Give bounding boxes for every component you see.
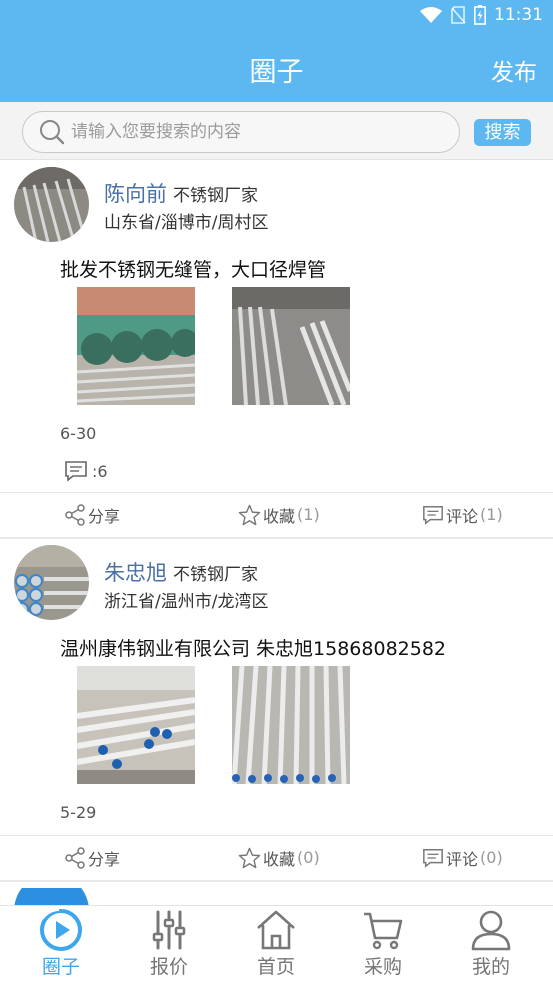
tab-purchase[interactable]: 采购 — [328, 908, 438, 982]
author-name-row: 朱忠旭 不锈钢厂家 — [104, 557, 258, 587]
favorite-button[interactable]: 收藏 (1) — [238, 503, 320, 527]
comment-count-value: (1) — [480, 505, 503, 524]
post-card: 陈向前 不锈钢厂家 山东省/淄博市/周村区 批发不锈钢无缝管，大口径焊管 6-3… — [0, 160, 553, 539]
bottom-tab-bar: 圈子 报价 首页 采购 我的 — [0, 905, 553, 983]
favorite-count: (1) — [297, 505, 320, 524]
post-photo[interactable] — [77, 666, 195, 784]
sliders-icon — [152, 910, 186, 950]
author-location: 浙江省/温州市/龙湾区 — [104, 592, 269, 612]
tab-label: 圈子 — [41, 956, 80, 978]
share-icon — [65, 846, 85, 869]
next-post-peek — [0, 882, 553, 905]
comment-label: 评论 — [446, 506, 479, 526]
favorite-count: (0) — [297, 848, 320, 867]
tab-quote[interactable]: 报价 — [114, 908, 224, 982]
author-location: 山东省/淄博市/周村区 — [104, 213, 269, 233]
wifi-icon — [420, 7, 442, 23]
tab-mine[interactable]: 我的 — [436, 908, 546, 982]
avatar[interactable] — [14, 545, 89, 620]
comment-icon — [423, 505, 443, 525]
comment-button[interactable]: 评论 (1) — [422, 503, 503, 527]
search-button[interactable]: 搜索 — [474, 119, 531, 146]
comment-count-value: (0) — [480, 848, 503, 867]
author-name[interactable]: 朱忠旭 — [104, 561, 167, 585]
comment-label: 评论 — [446, 849, 479, 869]
status-icons: 11:31 — [420, 5, 543, 25]
author-tag: 不锈钢厂家 — [173, 565, 258, 585]
share-button[interactable]: 分享 — [64, 846, 120, 870]
tab-label: 首页 — [256, 956, 295, 978]
search-box — [22, 111, 460, 153]
search-bar: 搜索 — [0, 102, 553, 160]
author-tag: 不锈钢厂家 — [173, 186, 258, 206]
share-label: 分享 — [88, 506, 121, 526]
header: 圈子 发布 — [0, 34, 553, 102]
post-photo[interactable] — [77, 287, 195, 405]
post-date: 5-29 — [60, 803, 97, 822]
comment-icon — [65, 461, 87, 482]
user-icon — [471, 910, 511, 951]
feed: 陈向前 不锈钢厂家 山东省/淄博市/周村区 批发不锈钢无缝管，大口径焊管 6-3… — [0, 160, 553, 905]
comment-icon — [423, 848, 443, 868]
favorite-button[interactable]: 收藏 (0) — [238, 846, 320, 870]
post-photo[interactable] — [232, 666, 350, 784]
share-icon — [65, 503, 85, 526]
search-input[interactable] — [71, 122, 451, 142]
share-button[interactable]: 分享 — [64, 503, 120, 527]
page-title: 圈子 — [249, 57, 304, 88]
sim-icon — [451, 6, 466, 24]
favorite-label: 收藏 — [263, 506, 296, 526]
author-name-row: 陈向前 不锈钢厂家 — [104, 178, 258, 208]
circle-play-icon — [40, 908, 82, 951]
star-icon — [238, 504, 261, 525]
author-name[interactable]: 陈向前 — [104, 182, 167, 206]
tab-label: 我的 — [471, 956, 510, 978]
tab-label: 采购 — [363, 956, 402, 978]
comment-count-row: :6 — [64, 460, 108, 482]
home-icon — [257, 910, 295, 950]
post-actions: 分享 收藏 (1) 评论 (1) — [0, 492, 553, 536]
status-time: 11:31 — [494, 5, 543, 25]
post-card: 朱忠旭 不锈钢厂家 浙江省/温州市/龙湾区 温州康伟钢业有限公司 朱忠旭15868… — [0, 539, 553, 882]
share-label: 分享 — [88, 849, 121, 869]
tab-home[interactable]: 首页 — [221, 908, 331, 982]
comment-button[interactable]: 评论 (0) — [422, 846, 503, 870]
favorite-label: 收藏 — [263, 849, 296, 869]
post-content: 温州康伟钢业有限公司 朱忠旭15868082582 — [60, 638, 447, 660]
comment-count: :6 — [92, 461, 108, 481]
avatar[interactable] — [14, 167, 89, 242]
status-bar: 11:31 — [0, 0, 553, 34]
tab-label: 报价 — [149, 956, 188, 978]
battery-icon — [474, 5, 486, 25]
avatar[interactable] — [14, 888, 89, 905]
post-date: 6-30 — [60, 424, 97, 443]
search-icon — [40, 120, 65, 145]
star-icon — [238, 847, 261, 868]
post-content: 批发不锈钢无缝管，大口径焊管 — [60, 259, 327, 281]
tab-circle[interactable]: 圈子 — [6, 908, 116, 982]
publish-button[interactable]: 发布 — [491, 53, 537, 87]
post-actions: 分享 收藏 (0) 评论 (0) — [0, 835, 553, 879]
cart-icon — [364, 912, 403, 950]
post-photo[interactable] — [232, 287, 350, 405]
